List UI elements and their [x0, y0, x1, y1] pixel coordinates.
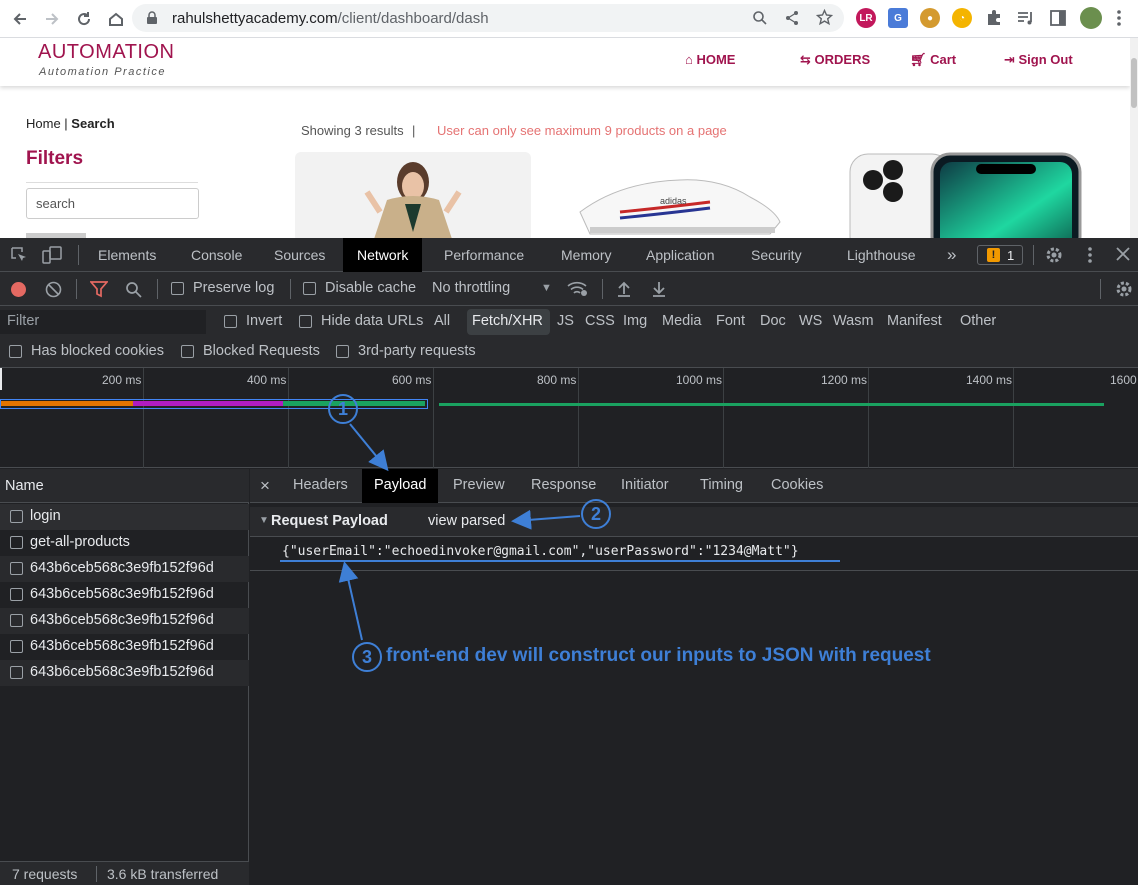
annotation-arrow-2: [511, 509, 581, 530]
annotation-marker-1: 1: [328, 394, 358, 424]
annotation-arrows: [338, 423, 581, 641]
annotation-arrow-1: [349, 423, 389, 472]
annotation-arrow-3: [338, 561, 363, 641]
annotation-marker-2: 2: [581, 499, 611, 529]
annotation-note: front-end dev will construct our inputs …: [386, 645, 931, 666]
annotation-marker-3: 3: [352, 642, 382, 672]
